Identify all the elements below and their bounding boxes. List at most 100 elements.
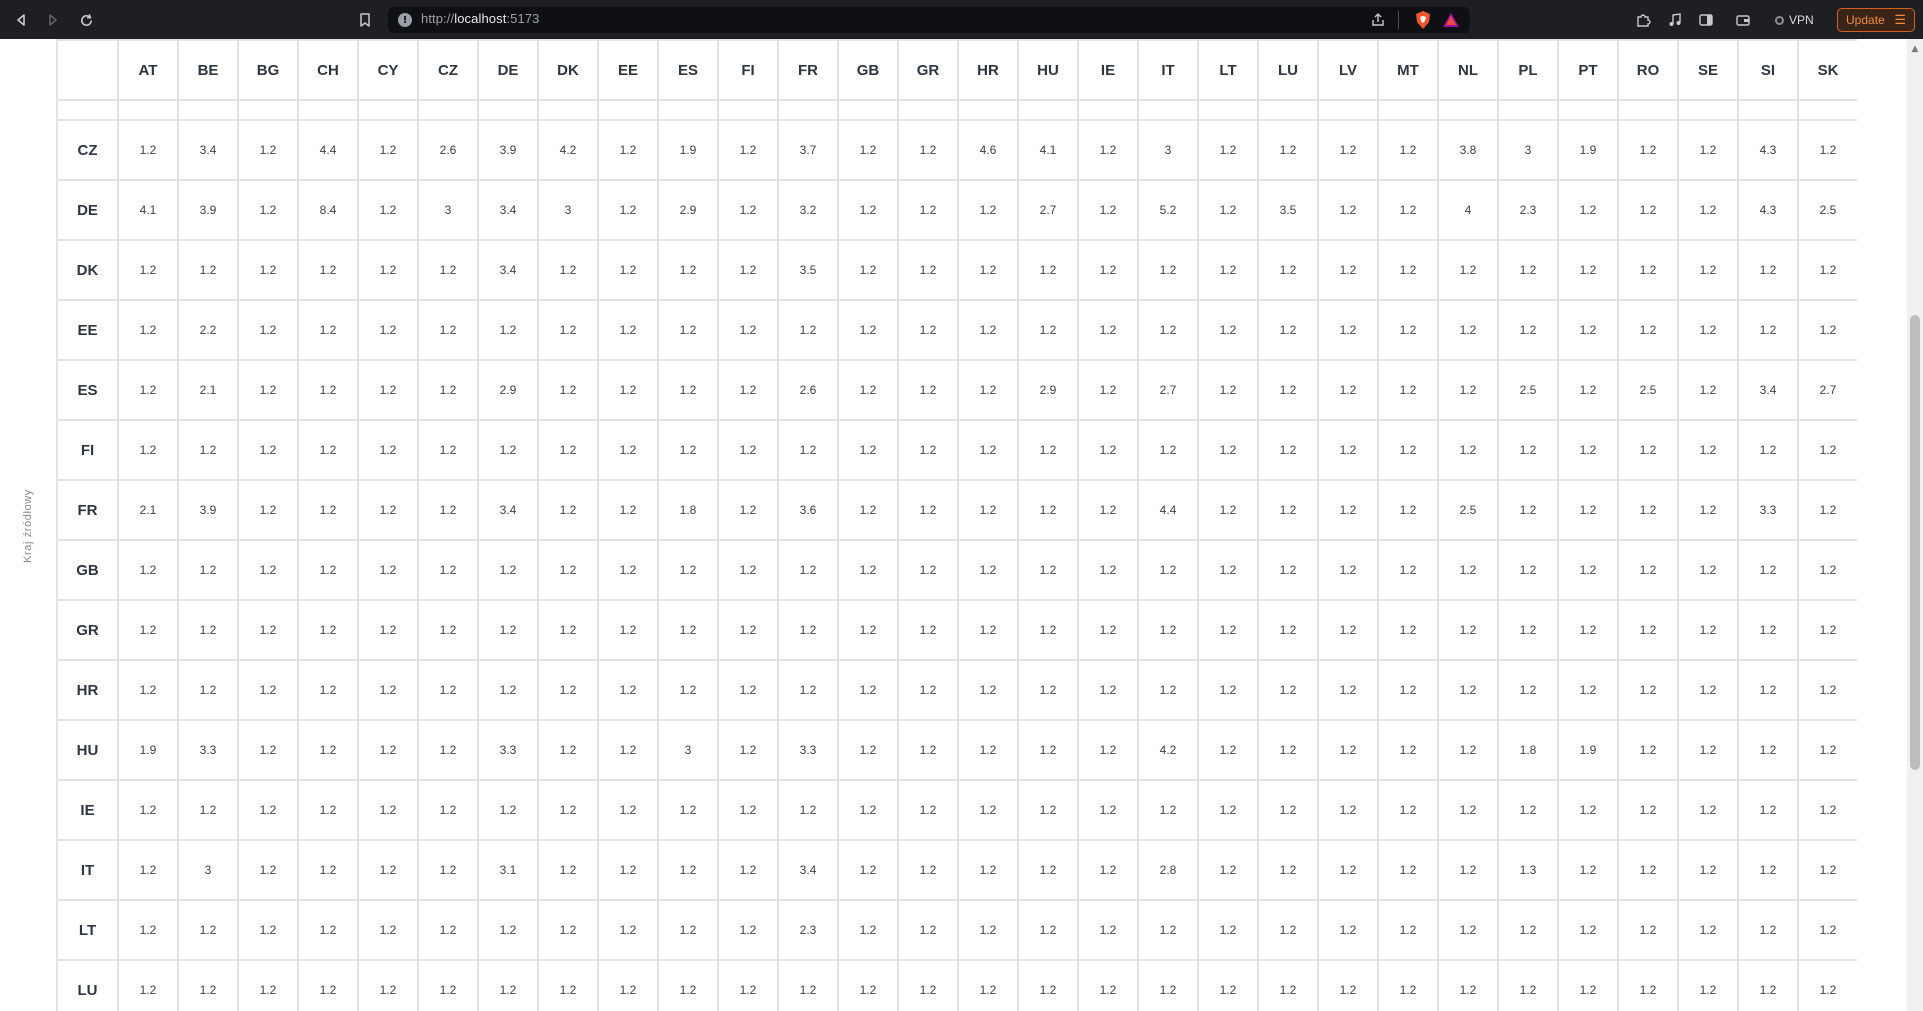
sidebar-icon[interactable] (1693, 7, 1719, 33)
table-cell: 2.6 (417, 119, 479, 181)
column-header-lt: LT (1197, 39, 1259, 101)
vertical-scrollbar[interactable]: ▲ (1907, 39, 1923, 1011)
table-row: HU 1.9 3.3 1.2 1.2 1.2 1.2 3.3 1.2 1.2 3 1.2 3.3 1.2 1… (56, 719, 1857, 781)
table-cell: 1.2 (1497, 599, 1559, 661)
table-cell: 1.2 (1557, 299, 1619, 361)
table-cell: 3 (657, 719, 719, 781)
table-cell: 1.2 (1377, 419, 1439, 481)
table-cell: 1.2 (1437, 239, 1499, 301)
table-cell: 1.2 (1617, 479, 1679, 541)
table-cell: 1.2 (237, 539, 299, 601)
matrix-table-container[interactable]: AT BE BG CH CY CZ DE DK EE ES FI FR GB GR HR HU IE IT LT LU… (56, 39, 1857, 1011)
brave-rewards-icon[interactable] (1442, 11, 1460, 33)
reload-icon[interactable] (73, 7, 99, 33)
row-header-cz: CZ (56, 119, 119, 181)
table-cell: 3.6 (777, 479, 839, 541)
table-cell: 1.2 (1797, 119, 1857, 181)
table-cell: 1.2 (1677, 899, 1739, 961)
table-cell: 1.2 (177, 779, 239, 841)
table-cell: 1.2 (357, 179, 419, 241)
table-cell: 1.2 (1077, 359, 1139, 421)
bookmark-icon[interactable] (352, 7, 378, 33)
table-cell: 1.2 (477, 959, 539, 1011)
column-header-dk: DK (537, 39, 599, 101)
scrollbar-thumb[interactable] (1910, 315, 1920, 770)
share-icon[interactable] (1370, 12, 1386, 32)
spacer-cell (1677, 99, 1739, 121)
spacer-cell (1437, 99, 1499, 121)
table-cell: 1.2 (1377, 179, 1439, 241)
table-cell: 1.2 (237, 599, 299, 661)
address-bar[interactable]: ! http://localhost:5173 (388, 7, 1470, 33)
table-cell: 1.2 (777, 599, 839, 661)
table-cell: 1.2 (1617, 419, 1679, 481)
table-cell: 1.2 (297, 239, 359, 301)
table-cell: 1.2 (957, 659, 1019, 721)
table-cell: 1.2 (717, 359, 779, 421)
table-cell: 1.2 (1317, 839, 1379, 901)
table-cell: 1.2 (1377, 119, 1439, 181)
table-cell: 3.4 (177, 119, 239, 181)
table-cell: 1.2 (1497, 959, 1559, 1011)
table-cell: 1.2 (1377, 539, 1439, 601)
vpn-button[interactable]: VPN (1775, 8, 1814, 32)
table-cell: 1.2 (717, 479, 779, 541)
table-cell: 1.2 (1497, 899, 1559, 961)
table-cell: 1.2 (1437, 299, 1499, 361)
wallet-icon[interactable] (1730, 7, 1756, 33)
extensions-icon[interactable] (1630, 7, 1656, 33)
column-header-lu: LU (1257, 39, 1319, 101)
table-cell: 3.2 (777, 179, 839, 241)
table-cell: 1.2 (117, 659, 179, 721)
header-row: AT BE BG CH CY CZ DE DK EE ES FI FR GB GR HR HU IE IT LT LU… (56, 39, 1857, 101)
update-button[interactable]: Update ☰ (1837, 8, 1915, 32)
table-cell: 1.2 (1617, 299, 1679, 361)
table-cell: 1.2 (1677, 479, 1739, 541)
table-cell: 1.2 (1257, 599, 1319, 661)
table-cell: 1.2 (1617, 179, 1679, 241)
table-cell: 3 (1137, 119, 1199, 181)
spacer-cell (837, 99, 899, 121)
table-cell: 1.2 (297, 479, 359, 541)
media-icon[interactable] (1662, 7, 1688, 33)
back-arrow-icon[interactable] (8, 7, 34, 33)
table-cell: 1.2 (537, 479, 599, 541)
column-header-ee: EE (597, 39, 659, 101)
table-cell: 1.2 (1797, 779, 1857, 841)
table-cell: 1.2 (1257, 659, 1319, 721)
table-cell: 1.2 (1197, 719, 1259, 781)
scroll-up-icon[interactable]: ▲ (1907, 43, 1923, 55)
site-info-icon[interactable]: ! (398, 13, 412, 27)
table-cell: 1.2 (1617, 119, 1679, 181)
table-cell: 3 (177, 839, 239, 901)
table-cell: 1.2 (957, 779, 1019, 841)
spacer-cell (597, 99, 659, 121)
table-cell: 1.2 (1257, 539, 1319, 601)
table-cell: 1.2 (597, 839, 659, 901)
table-cell: 1.2 (717, 719, 779, 781)
table-cell: 1.2 (1617, 719, 1679, 781)
spacer-cell (1257, 99, 1319, 121)
table-cell: 1.2 (837, 599, 899, 661)
table-cell: 1.2 (957, 239, 1019, 301)
row-header-fr: FR (56, 479, 119, 541)
url-text[interactable]: http://localhost:5173 (421, 11, 540, 26)
spacer-cell (1377, 99, 1439, 121)
column-header-si: SI (1737, 39, 1799, 101)
table-cell: 3.9 (177, 179, 239, 241)
row-header-gb: GB (56, 539, 119, 601)
table-cell: 1.2 (837, 479, 899, 541)
table-cell: 1.2 (1497, 779, 1559, 841)
table-cell: 1.2 (1497, 419, 1559, 481)
table-cell: 1.2 (1617, 599, 1679, 661)
brave-shield-icon[interactable] (1414, 10, 1432, 34)
table-cell: 1.2 (657, 299, 719, 361)
table-cell: 1.2 (1737, 779, 1799, 841)
table-cell: 1.2 (177, 239, 239, 301)
table-cell: 1.2 (717, 539, 779, 601)
spacer-cell (1737, 99, 1799, 121)
forward-arrow-icon[interactable] (40, 7, 66, 33)
column-header-be: BE (177, 39, 239, 101)
table-cell: 1.2 (1017, 959, 1079, 1011)
table-cell: 1.2 (657, 599, 719, 661)
